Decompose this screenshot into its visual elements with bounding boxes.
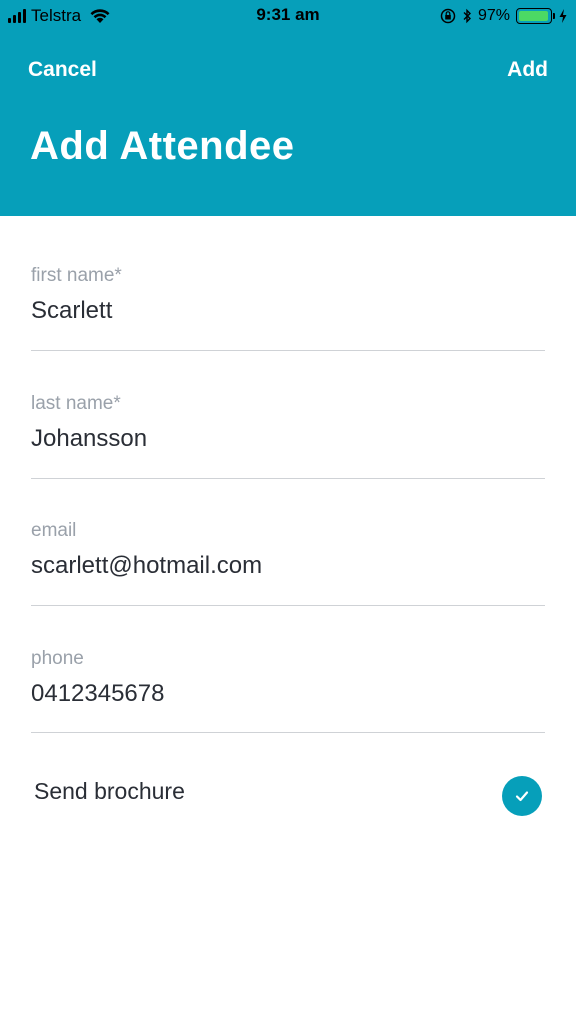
add-button[interactable]: Add: [507, 58, 548, 82]
send-brochure-checkbox[interactable]: [502, 776, 542, 816]
battery-percent: 97%: [477, 7, 510, 24]
phone-field: phone: [31, 648, 545, 733]
battery-fill: [519, 11, 549, 21]
bluetooth-icon: [463, 8, 471, 24]
battery-icon: [516, 8, 555, 24]
email-field: email: [31, 520, 545, 606]
email-label: email: [31, 520, 77, 541]
last-name-label: last name*: [31, 393, 121, 414]
send-brochure-label: Send brochure: [34, 778, 185, 804]
header-bar: Telstra 9:31 am 97% Cancel Add Add Atten…: [0, 0, 576, 216]
email-input[interactable]: [31, 552, 531, 580]
send-brochure-row[interactable]: Send brochure: [34, 772, 542, 816]
status-right: 97%: [440, 6, 568, 26]
phone-label: phone: [31, 648, 84, 669]
checkmark-icon: [515, 791, 529, 802]
first-name-field: first name*: [31, 265, 545, 351]
first-name-label: first name*: [31, 265, 122, 286]
cancel-button[interactable]: Cancel: [28, 58, 97, 82]
page-title: Add Attendee: [30, 124, 295, 168]
rotation-lock-icon: [440, 8, 456, 24]
status-bar: Telstra 9:31 am 97%: [0, 0, 576, 32]
charging-bolt-icon: [559, 9, 567, 23]
last-name-input[interactable]: [31, 425, 531, 453]
first-name-input[interactable]: [31, 297, 531, 325]
last-name-field: last name*: [31, 393, 545, 479]
phone-input[interactable]: [31, 680, 531, 708]
